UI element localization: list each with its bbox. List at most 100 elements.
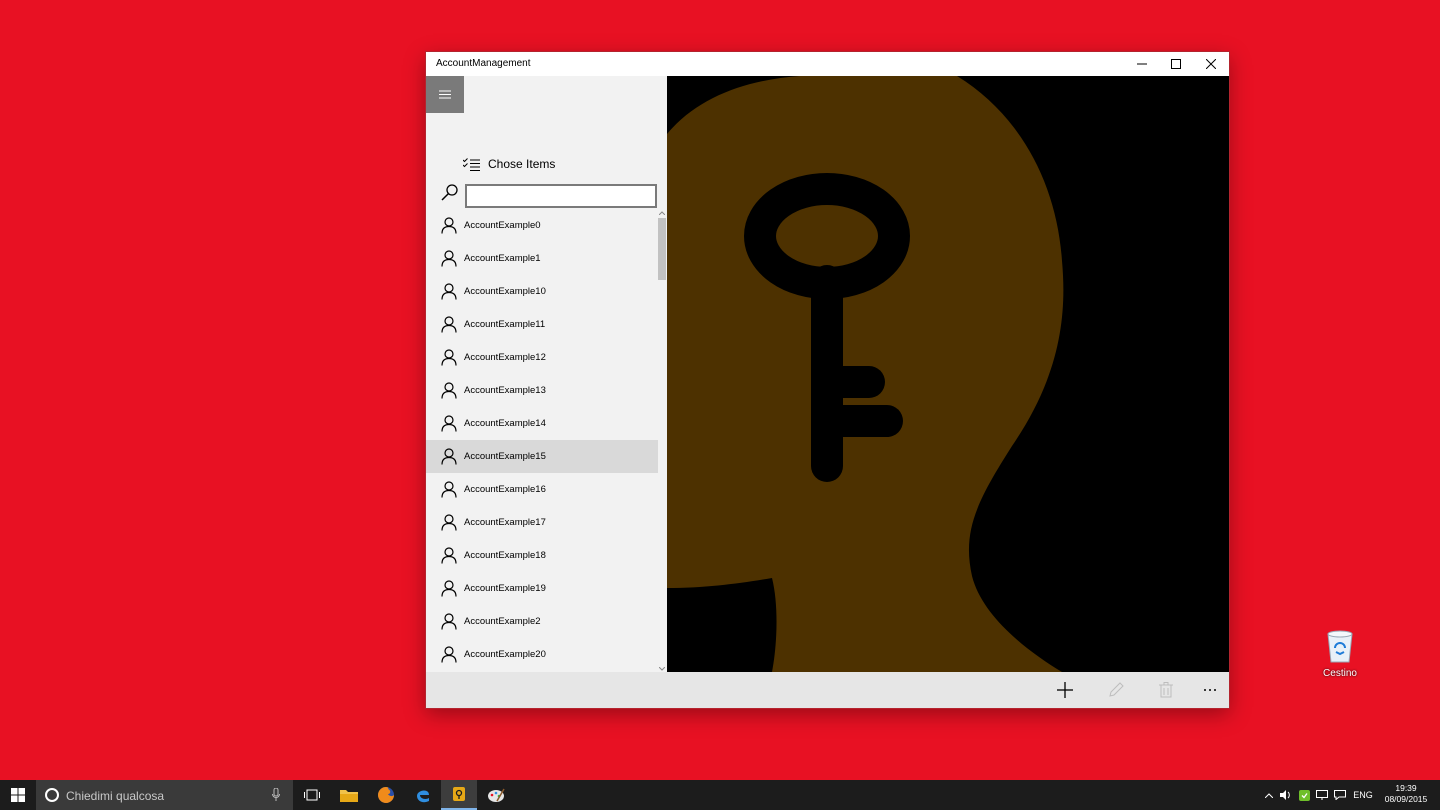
recycle-bin-shortcut[interactable]: Cestino: [1316, 628, 1364, 679]
paint-button[interactable]: [478, 780, 514, 810]
close-button[interactable]: [1194, 52, 1228, 76]
minimize-button[interactable]: [1125, 52, 1159, 76]
security-tray-button[interactable]: [1296, 780, 1312, 810]
chose-items-label: Chose Items: [488, 157, 556, 171]
account-list-item[interactable]: AccountExample15: [426, 440, 658, 473]
account-name: AccountExample16: [464, 484, 546, 495]
account-name: AccountExample2: [464, 616, 541, 627]
account-list-item[interactable]: AccountExample14: [426, 407, 658, 440]
clock-time: 19:39: [1395, 783, 1417, 793]
network-icon: [1316, 790, 1328, 800]
start-button[interactable]: [0, 780, 36, 810]
account-list-item[interactable]: AccountExample20: [426, 638, 658, 671]
cortana-placeholder: Chiedimi qualcosa: [66, 789, 165, 803]
volume-button[interactable]: [1278, 780, 1294, 810]
show-hidden-icons-button[interactable]: [1262, 780, 1276, 810]
account-management-taskbar-button[interactable]: [441, 780, 477, 810]
user-icon: [441, 382, 457, 399]
search-input[interactable]: [465, 184, 657, 208]
task-view-button[interactable]: [294, 780, 330, 810]
add-icon: [1057, 682, 1073, 698]
account-list-item[interactable]: AccountExample11: [426, 308, 658, 341]
account-name: AccountExample14: [464, 418, 546, 429]
user-icon: [441, 415, 457, 432]
user-icon: [441, 613, 457, 630]
network-button[interactable]: [1314, 780, 1330, 810]
shield-icon: [1298, 789, 1310, 801]
account-name: AccountExample18: [464, 550, 546, 561]
window-title: AccountManagement: [436, 58, 531, 69]
maximize-button[interactable]: [1159, 52, 1193, 76]
account-name: AccountExample0: [464, 220, 541, 231]
user-icon: [441, 514, 457, 531]
volume-icon: [1280, 790, 1290, 800]
account-name: AccountExample17: [464, 517, 546, 528]
scrollbar-thumb[interactable]: [658, 218, 666, 280]
account-list-item[interactable]: AccountExample0: [426, 209, 658, 242]
account-image: [667, 76, 1229, 672]
account-list-item[interactable]: AccountExample17: [426, 506, 658, 539]
user-icon: [441, 547, 457, 564]
firefox-icon: [378, 787, 394, 803]
user-icon: [441, 448, 457, 465]
edge-icon: [417, 790, 429, 803]
file-explorer-button[interactable]: [331, 780, 367, 810]
edit-icon: [1109, 682, 1124, 697]
hamburger-button[interactable]: [426, 76, 464, 113]
account-name: AccountExample19: [464, 583, 546, 594]
head-key-illustration: [667, 76, 1229, 672]
more-icon: [1204, 689, 1216, 691]
checklist-icon: [463, 157, 480, 171]
notifications-button[interactable]: [1332, 780, 1348, 810]
account-list-item[interactable]: AccountExample2: [426, 605, 658, 638]
list-scrollbar[interactable]: [658, 210, 666, 672]
navigation-pane: Chose Items AccountExample0 AccountExampl…: [426, 76, 667, 672]
chevron-up-icon: [1265, 792, 1273, 798]
user-icon: [441, 349, 457, 366]
chose-items-button[interactable]: Chose Items: [463, 156, 555, 172]
recycle-bin-label: Cestino: [1323, 668, 1357, 679]
minimize-icon: [1137, 63, 1147, 65]
maximize-icon: [1171, 59, 1181, 69]
title-bar[interactable]: AccountManagement: [426, 52, 1229, 76]
account-name: AccountExample15: [464, 451, 546, 462]
search-icon[interactable]: [440, 182, 460, 202]
account-name: AccountExample10: [464, 286, 546, 297]
edge-button[interactable]: [405, 780, 441, 810]
edit-button[interactable]: [1096, 672, 1136, 708]
account-list-item[interactable]: AccountExample10: [426, 275, 658, 308]
add-button[interactable]: [1045, 672, 1085, 708]
account-list-item[interactable]: AccountExample13: [426, 374, 658, 407]
paint-icon: [488, 788, 505, 802]
delete-icon: [1159, 682, 1173, 698]
cortana-search-box[interactable]: Chiedimi qualcosa: [36, 780, 293, 810]
account-list-item[interactable]: AccountExample1: [426, 242, 658, 275]
user-icon: [441, 481, 457, 498]
account-name: AccountExample20: [464, 649, 546, 660]
account-app-icon: [453, 787, 465, 801]
user-icon: [441, 646, 457, 663]
more-button[interactable]: [1190, 672, 1230, 708]
clock-date: 08/09/2015: [1384, 794, 1428, 804]
scroll-up-icon[interactable]: [658, 210, 666, 216]
account-list: AccountExample0 AccountExample1 AccountExa…: [426, 209, 658, 671]
delete-button[interactable]: [1146, 672, 1186, 708]
user-icon: [441, 580, 457, 597]
user-icon: [441, 283, 457, 300]
clock[interactable]: 19:39 08/09/2015: [1381, 783, 1431, 805]
windows-icon: [11, 788, 25, 802]
taskbar: Chiedimi qualcosa ENG 19:39 08/09/2015: [0, 780, 1440, 810]
firefox-button[interactable]: [368, 780, 404, 810]
account-list-item[interactable]: AccountExample18: [426, 539, 658, 572]
app-window: AccountManagement Chose Items AccountExa…: [426, 52, 1229, 708]
account-list-item[interactable]: AccountExample12: [426, 341, 658, 374]
language-indicator[interactable]: ENG: [1350, 780, 1376, 810]
account-name: AccountExample11: [464, 319, 546, 330]
cortana-icon: [45, 788, 59, 802]
user-icon: [441, 217, 457, 234]
account-list-item[interactable]: AccountExample16: [426, 473, 658, 506]
folder-icon: [340, 790, 358, 802]
microphone-icon[interactable]: [272, 788, 280, 802]
account-list-item[interactable]: AccountExample19: [426, 572, 658, 605]
account-name: AccountExample1: [464, 253, 541, 264]
